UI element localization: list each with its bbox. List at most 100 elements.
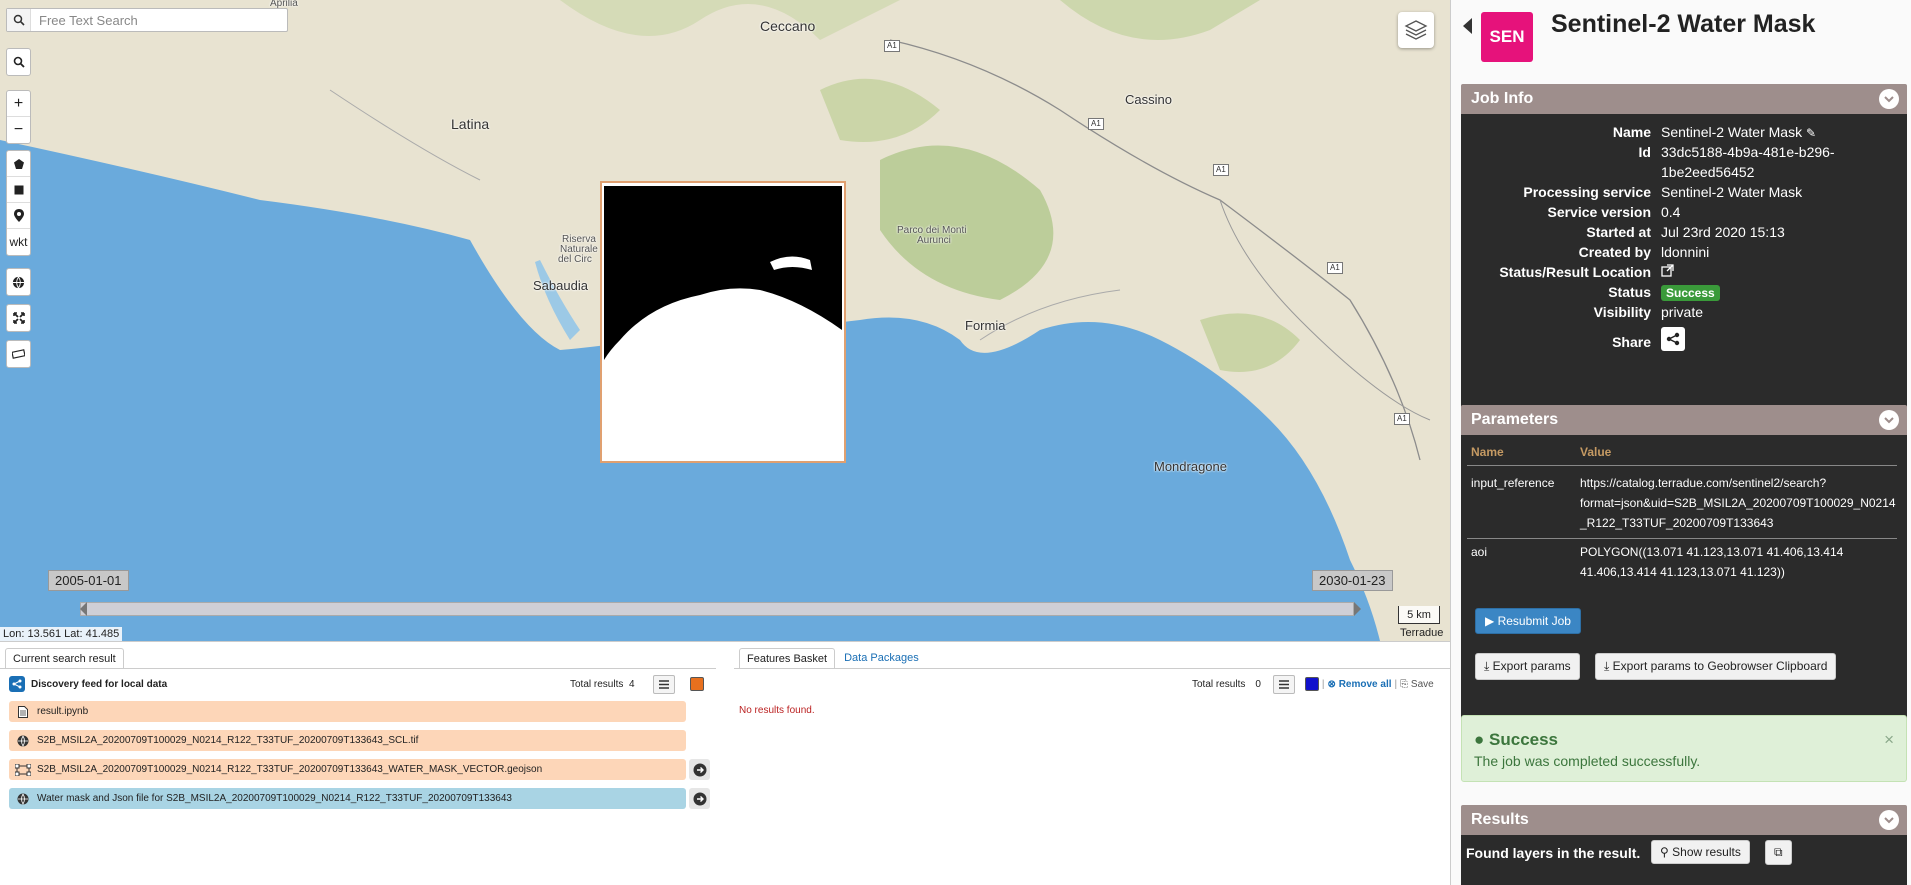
parameters-section: Parameters Name Value input_reference ht…: [1461, 405, 1907, 725]
rectangle-icon[interactable]: [7, 177, 30, 203]
list-item[interactable]: S2B_MSIL2A_20200709T100029_N0214_R122_T3…: [9, 730, 686, 751]
basket-color-swatch[interactable]: [1304, 677, 1319, 691]
created-by-value: ldonnini: [1661, 244, 1710, 260]
save-button[interactable]: ⎘ Save: [1400, 679, 1434, 690]
collapse-panel-icon[interactable]: [1463, 18, 1472, 34]
time-start-label: 2005-01-01: [48, 570, 129, 591]
list-item[interactable]: result.ipynb: [9, 701, 686, 722]
share-feed-icon[interactable]: [9, 676, 25, 692]
section-title: Parameters: [1471, 411, 1559, 428]
layers-button[interactable]: [1398, 12, 1434, 48]
pencil-icon[interactable]: ✎: [1806, 126, 1816, 140]
copy-icon: ⧉: [1774, 845, 1783, 859]
found-layers-text: Found layers in the result.: [1466, 845, 1641, 861]
job-info-section: Job Info Name Sentinel-2 Water Mask ✎ Id…: [1461, 84, 1907, 414]
open-item-button[interactable]: [689, 759, 710, 780]
open-item-button[interactable]: [689, 788, 710, 809]
list-icon: [1278, 679, 1289, 689]
list-item[interactable]: Water mask and Json file for S2B_MSIL2A_…: [9, 788, 686, 809]
globe-icon[interactable]: [7, 269, 30, 295]
play-circle-icon: ▶: [1485, 614, 1495, 628]
save-icon: ⎘: [1400, 678, 1409, 690]
results-body: Found layers in the result. ⚲ Show resul…: [1461, 835, 1907, 885]
result-color-swatch[interactable]: [690, 677, 704, 691]
close-icon[interactable]: ×: [1884, 730, 1894, 750]
map-attribution: Terradue: [1400, 627, 1444, 639]
param-name: aoi: [1471, 545, 1488, 559]
zoom-out-button[interactable]: −: [7, 117, 30, 143]
tab-current-search-result[interactable]: Current search result: [5, 648, 124, 669]
tab-data-packages[interactable]: Data Packages: [837, 648, 926, 669]
search-input[interactable]: [31, 12, 281, 28]
time-end-handle[interactable]: [1354, 602, 1361, 616]
param-value: https://catalog.terradue.com/sentinel2/s…: [1580, 476, 1827, 490]
copy-button[interactable]: ⧉: [1765, 840, 1792, 865]
divider: [1467, 465, 1897, 466]
success-alert: ● Success The job was completed successf…: [1461, 715, 1907, 782]
total-results-label: Total results: [570, 678, 624, 690]
zoom-controls[interactable]: + −: [6, 90, 31, 144]
map-marker-icon[interactable]: [7, 203, 30, 229]
job-info-header[interactable]: Job Info: [1461, 84, 1907, 114]
separator: |: [1321, 678, 1325, 690]
share-button[interactable]: [1661, 327, 1871, 351]
export-clipboard-button[interactable]: ⤓ Export params to Geobrowser Clipboard: [1595, 653, 1837, 680]
exclamation-circle-icon: ●: [1474, 730, 1485, 749]
remove-circle-icon: ⊗: [1327, 678, 1336, 690]
divider: [1467, 538, 1897, 539]
list-view-button[interactable]: [653, 674, 675, 694]
map-view[interactable]: Aprilia Ceccano Latina Cassino Sabaudia …: [0, 0, 1450, 641]
job-info-body: Name Sentinel-2 Water Mask ✎ Id 33dc5188…: [1461, 114, 1907, 414]
time-start-handle[interactable]: [80, 602, 87, 616]
field-label: Id: [1638, 144, 1651, 160]
place-label: Cassino: [1125, 92, 1172, 107]
zoom-in-button[interactable]: +: [7, 91, 30, 117]
place-label: Sabaudia: [533, 278, 588, 293]
ruler-icon[interactable]: [7, 341, 30, 367]
external-link-icon[interactable]: [1661, 264, 1871, 280]
chevron-down-icon[interactable]: [1879, 410, 1899, 430]
search-tool[interactable]: [6, 48, 31, 76]
parameters-header[interactable]: Parameters: [1461, 405, 1907, 435]
draw-tools[interactable]: wkt: [6, 150, 31, 256]
time-end-label: 2030-01-23: [1312, 570, 1393, 591]
time-slider[interactable]: [80, 602, 1354, 616]
expand-icon[interactable]: [7, 305, 30, 331]
globe-tool[interactable]: [6, 268, 31, 296]
job-name-value: Sentinel-2 Water Mask: [1661, 124, 1803, 140]
polygon-icon[interactable]: [7, 151, 30, 177]
field-label: Visibility: [1593, 304, 1651, 320]
wkt-button[interactable]: wkt: [7, 229, 30, 255]
job-id-value-cont: 1be2eed56452: [1661, 164, 1755, 180]
search-icon[interactable]: [7, 9, 31, 31]
arrow-right-circle-icon: [693, 763, 706, 776]
place-label: Mondragone: [1154, 459, 1227, 474]
free-text-search[interactable]: [6, 8, 288, 32]
search-icon[interactable]: [7, 49, 30, 75]
show-results-button[interactable]: ⚲ Show results: [1651, 840, 1750, 864]
remove-all-label: Remove all: [1338, 678, 1392, 690]
tab-features-basket[interactable]: Features Basket: [739, 648, 836, 669]
download-icon: ⤓: [1484, 659, 1490, 673]
globe-icon: [15, 735, 31, 747]
job-name: Sentinel-2 Water Mask ✎: [1661, 124, 1871, 140]
field-label: Name: [1612, 124, 1651, 140]
chevron-down-icon[interactable]: [1879, 810, 1899, 830]
list-item[interactable]: S2B_MSIL2A_20200709T100029_N0214_R122_T3…: [9, 759, 686, 780]
job-id-value: 33dc5188-4b9a-481e-b296-: [1661, 144, 1835, 160]
chevron-down-icon[interactable]: [1879, 89, 1899, 109]
results-header[interactable]: Results: [1461, 805, 1907, 835]
scale-bar: 5 km: [1398, 606, 1440, 624]
measure-tool[interactable]: [6, 340, 31, 368]
list-item-label: S2B_MSIL2A_20200709T100029_N0214_R122_T3…: [37, 764, 543, 775]
road-label: A1: [1327, 262, 1343, 274]
export-params-button[interactable]: ⤓ Export params: [1475, 653, 1580, 680]
resubmit-job-button[interactable]: ▶ Resubmit Job: [1475, 608, 1581, 634]
remove-all-button[interactable]: ⊗ Remove all: [1328, 679, 1392, 690]
total-results-value: 0: [1255, 678, 1261, 690]
fullscreen-tool[interactable]: [6, 304, 31, 332]
param-value: 41.406,13.414 41.123,13.071 41.123)): [1580, 565, 1785, 579]
divider: [734, 668, 1450, 669]
list-view-button[interactable]: [1272, 674, 1295, 694]
vector-icon: [15, 763, 31, 776]
